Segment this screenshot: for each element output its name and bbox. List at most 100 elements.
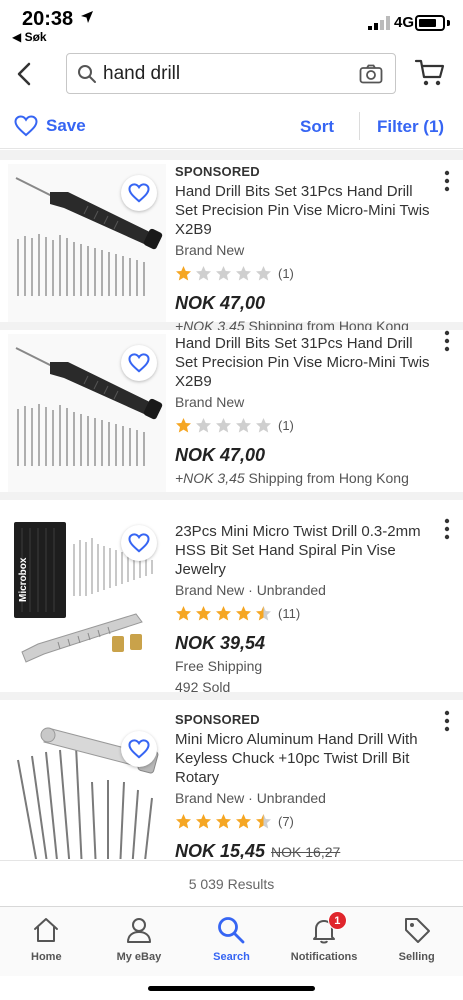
heart-icon	[128, 739, 150, 759]
star-icon	[256, 605, 271, 620]
tab-home[interactable]: Home	[0, 907, 93, 976]
cart-icon[interactable]	[414, 58, 446, 88]
tab-search[interactable]: Search	[185, 907, 278, 976]
sponsored-label: SPONSORED	[175, 712, 260, 727]
battery-icon	[415, 15, 445, 31]
listing-title[interactable]: Mini Micro Aluminum Hand Drill With Keyl…	[175, 730, 437, 787]
star-icon	[256, 417, 271, 432]
list-item[interactable]: Microbox 23Pcs Mini Micro Twist Drill 0.…	[0, 500, 463, 695]
person-icon	[126, 918, 151, 943]
shipping-text: Shipping from Hong Kong	[244, 470, 409, 486]
star-rating	[175, 605, 275, 622]
tab-label: Selling	[398, 951, 435, 963]
star-icon	[176, 265, 191, 280]
watch-button[interactable]	[121, 345, 157, 381]
listing-info: SPONSORED Mini Micro Aluminum Hand Drill…	[175, 712, 437, 859]
sold-count: 492 Sold	[175, 679, 231, 695]
star-icon	[216, 417, 231, 432]
listing-condition: Brand New · Unbranded	[175, 582, 326, 598]
search-box[interactable]	[66, 53, 396, 94]
list-item[interactable]: Hand Drill Bits Set 31Pcs Hand Drill Set…	[0, 330, 463, 492]
star-icon	[256, 813, 271, 828]
signal-icon	[368, 16, 390, 30]
save-search-button[interactable]: Save	[14, 112, 86, 140]
listing-title[interactable]: Hand Drill Bits Set 31Pcs Hand Drill Set…	[175, 182, 437, 239]
search-icon	[78, 65, 96, 83]
tab-my-ebay[interactable]: My eBay	[93, 907, 186, 976]
notification-badge: 1	[327, 911, 347, 930]
more-options-icon[interactable]	[441, 710, 453, 732]
watch-button[interactable]	[121, 175, 157, 211]
product-image[interactable]	[8, 334, 166, 492]
star-icon	[216, 605, 231, 620]
tab-notifications[interactable]: 1 Notifications	[278, 907, 371, 976]
tab-label: Search	[213, 951, 250, 963]
more-options-icon[interactable]	[441, 518, 453, 540]
listing-condition: Brand New	[175, 242, 245, 258]
heart-icon	[14, 115, 38, 137]
home-icon	[34, 918, 59, 942]
star-rating	[175, 813, 275, 830]
sort-button[interactable]: Sort	[300, 117, 334, 137]
results-count: 5 039 Results	[0, 860, 463, 906]
search-input[interactable]	[103, 62, 353, 86]
rating: (1)	[175, 414, 437, 436]
star-icon	[196, 813, 211, 828]
status-bar: 20:38 ◀ Søk 4G	[0, 0, 463, 46]
more-options-icon[interactable]	[441, 330, 453, 352]
star-icon	[236, 605, 251, 620]
toolbar-divider	[359, 112, 360, 140]
star-icon	[216, 813, 231, 828]
rating-count: (11)	[278, 605, 301, 621]
listing-title[interactable]: Hand Drill Bits Set 31Pcs Hand Drill Set…	[175, 334, 437, 391]
camera-icon[interactable]	[359, 64, 383, 84]
product-image[interactable]	[8, 720, 166, 859]
star-icon	[176, 417, 191, 432]
tab-label: Notifications	[290, 951, 358, 963]
star-icon	[216, 265, 231, 280]
price-value: NOK 15,45	[175, 841, 266, 859]
battery-tip	[447, 20, 450, 26]
listing-price: NOK 47,00	[175, 292, 437, 314]
list-item[interactable]: SPONSORED Hand Drill Bits Set 31Pcs Hand…	[0, 160, 463, 334]
watch-button[interactable]	[121, 731, 157, 767]
watch-button[interactable]	[121, 525, 157, 561]
results-list[interactable]: SPONSORED Hand Drill Bits Set 31Pcs Hand…	[0, 150, 463, 859]
shipping-info: Free Shipping	[175, 657, 437, 676]
listing-price: NOK 47,00	[175, 444, 437, 466]
product-image[interactable]: Microbox	[8, 514, 166, 672]
search-icon	[218, 917, 245, 944]
back-to-app-link[interactable]: ◀ Søk	[12, 30, 47, 44]
tab-selling[interactable]: Selling	[370, 907, 463, 976]
star-icon	[196, 265, 211, 280]
save-label: Save	[46, 116, 86, 135]
filter-button[interactable]: Filter (1)	[377, 117, 444, 137]
results-toolbar: Save Sort Filter (1)	[0, 102, 463, 149]
listing-price: NOK 15,45 NOK 16,27	[175, 840, 437, 859]
rating: (1)	[175, 262, 437, 284]
rating: (11)	[175, 602, 437, 624]
shipping-info: +NOK 3,45 Shipping from Hong Kong	[175, 469, 437, 488]
heart-icon	[128, 183, 150, 203]
bottom-tab-bar: Home My eBay Search 1 Notifications Sell…	[0, 906, 463, 976]
heart-icon	[128, 533, 150, 553]
list-item[interactable]: SPONSORED Mini Micro Aluminum Hand Drill…	[0, 700, 463, 859]
tab-label: My eBay	[116, 951, 162, 963]
listing-info: Hand Drill Bits Set 31Pcs Hand Drill Set…	[175, 334, 437, 488]
rating-count: (1)	[278, 265, 294, 281]
back-arrow-icon[interactable]	[10, 58, 38, 90]
price-value: NOK 47,00	[175, 293, 266, 313]
heart-icon	[128, 353, 150, 373]
star-icon	[196, 605, 211, 620]
star-rating	[175, 265, 275, 282]
tab-label: Home	[31, 951, 62, 963]
listing-condition: Brand New	[175, 394, 245, 410]
more-options-icon[interactable]	[441, 170, 453, 192]
listing-title[interactable]: 23Pcs Mini Micro Twist Drill 0.3-2mm HSS…	[175, 522, 437, 579]
listing-condition: Brand New · Unbranded	[175, 790, 326, 806]
price-value: NOK 47,00	[175, 445, 266, 465]
star-icon	[236, 265, 251, 280]
rating: (7)	[175, 810, 437, 832]
product-image[interactable]	[8, 164, 166, 322]
shipping-price: +NOK 3,45	[175, 470, 245, 486]
